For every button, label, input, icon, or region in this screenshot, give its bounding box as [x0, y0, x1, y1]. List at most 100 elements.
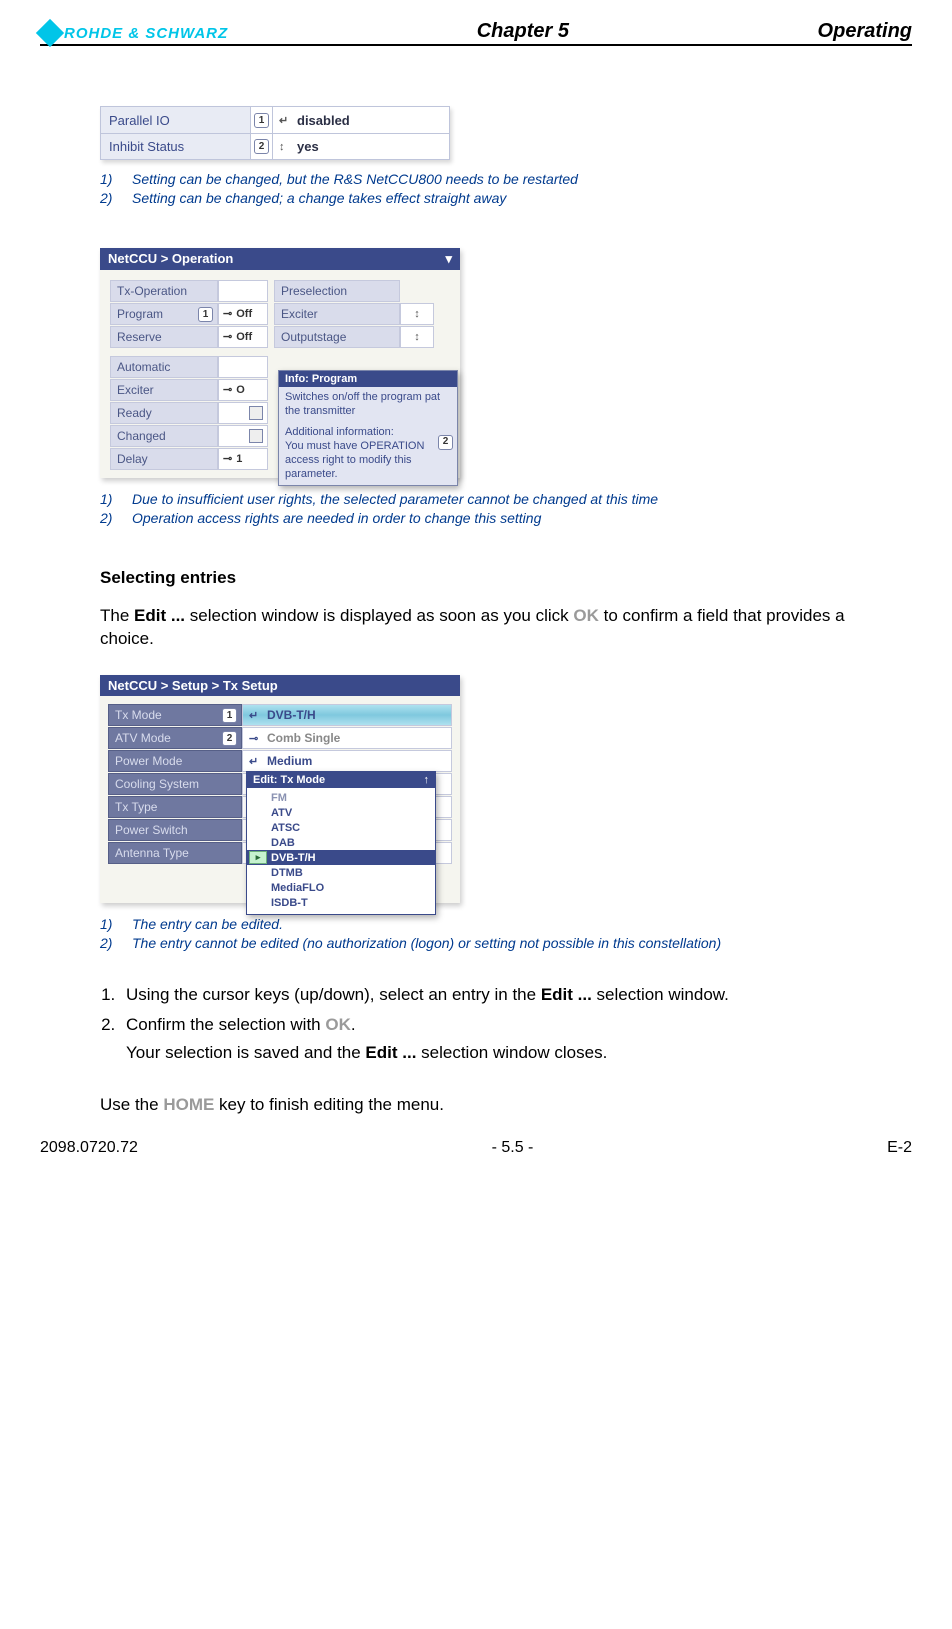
lock-icon: ⊸ [223, 452, 232, 465]
ok-key: OK [325, 1015, 351, 1034]
badge-1-icon: 1 [222, 708, 237, 723]
brand-logo: ROHDE & SCHWARZ [40, 23, 228, 43]
chapter-title: Chapter 5 [477, 20, 569, 43]
step-2: Confirm the selection with OK. Your sele… [120, 1011, 902, 1069]
dropdown-list: FM ATV ATSC DAB ▸DVB-T/H DTMB MediaFLO I… [247, 788, 435, 914]
panel-title-text: NetCCU > Operation [108, 251, 233, 266]
cell-tx-operation[interactable]: Tx-Operation [110, 280, 218, 302]
checkbox-icon [249, 429, 263, 443]
dropdown-item[interactable]: FM [247, 790, 435, 805]
cell-exciter[interactable]: Exciter [110, 379, 218, 401]
cell-ready[interactable]: Ready [110, 402, 218, 424]
cell-delay[interactable]: Delay [110, 448, 218, 470]
footer-center: - 5.5 - [492, 1139, 534, 1157]
note-text: Operation access rights are needed in or… [132, 509, 541, 528]
left-column: Tx-Operation Program1⊸Off Reserve⊸Off Au… [110, 280, 268, 470]
footer-left: 2098.0720.72 [40, 1139, 138, 1157]
enter-icon: ↵ [249, 709, 261, 722]
cell-exciter-sel[interactable]: Exciter [274, 303, 400, 325]
step-list: Using the cursor keys (up/down), select … [120, 981, 902, 1069]
shot-tx-setup: NetCCU > Setup > Tx Setup Tx Mode1↵DVB-T… [100, 675, 460, 903]
note-text: Setting can be changed; a change takes e… [132, 189, 506, 208]
cell-tx-type[interactable]: Tx Type [108, 796, 242, 818]
cell-changed[interactable]: Changed [110, 425, 218, 447]
row-badge: 1 [251, 107, 273, 133]
value-atv-mode: ⊸Comb Single [242, 727, 452, 749]
panel-body: Tx-Operation Program1⊸Off Reserve⊸Off Au… [100, 270, 460, 478]
badge-1-icon: 1 [254, 113, 269, 128]
shot-netccu-operation: NetCCU > Operation ▾ Tx-Operation Progra… [100, 248, 460, 478]
cell-atv-mode[interactable]: ATV Mode2 [108, 727, 242, 749]
cell-outputstage[interactable]: Outputstage [274, 326, 400, 348]
row-value[interactable]: ↕ yes [273, 134, 449, 159]
dropdown-item-selected[interactable]: ▸DVB-T/H [247, 850, 435, 865]
tooltip-body: Switches on/off the program pat the tran… [279, 387, 457, 486]
table-row: Parallel IO 1 ↵ disabled [101, 107, 449, 133]
cell-cooling[interactable]: Cooling System [108, 773, 242, 795]
lock-icon: ⊸ [249, 732, 261, 745]
edit-dropdown[interactable]: Edit: Tx Mode↑ FM ATV ATSC DAB ▸DVB-T/H … [246, 771, 436, 915]
panel-title-text: NetCCU > Setup > Tx Setup [108, 678, 278, 693]
dropdown-item[interactable]: DAB [247, 835, 435, 850]
stepper-cell[interactable]: ↕ [400, 303, 434, 325]
checkbox-icon [249, 406, 263, 420]
notes-block-3: 1)The entry can be edited. 2)The entry c… [100, 915, 902, 953]
row-label: Parallel IO [101, 107, 251, 133]
state-cell [218, 402, 268, 424]
state-cell: ⊸O [218, 379, 268, 401]
closing-text: Use the HOME key to finish editing the m… [100, 1093, 902, 1117]
badge-2-icon: 2 [254, 139, 269, 154]
stepper-cell[interactable]: ↕ [400, 326, 434, 348]
note-text: Due to insufficient user rights, the sel… [132, 490, 658, 509]
note-num: 2) [100, 934, 118, 953]
dropdown-title: Edit: Tx Mode↑ [247, 772, 435, 788]
cell-antenna[interactable]: Antenna Type [108, 842, 242, 864]
page-footer: 2098.0720.72 - 5.5 - E-2 [40, 1139, 912, 1157]
cell-automatic[interactable]: Automatic [110, 356, 218, 378]
value-text: disabled [297, 113, 350, 128]
cell-power-mode[interactable]: Power Mode [108, 750, 242, 772]
badge-1-icon: 1 [198, 307, 213, 322]
dropdown-item[interactable]: ISDB-T [247, 895, 435, 910]
note-num: 2) [100, 189, 118, 208]
panel-title-bar: NetCCU > Setup > Tx Setup [100, 675, 460, 696]
cell-program[interactable]: Program1 [110, 303, 218, 325]
cell-preselection[interactable]: Preselection [274, 280, 400, 302]
dropdown-item[interactable]: DTMB [247, 865, 435, 880]
dropdown-item[interactable]: MediaFLO [247, 880, 435, 895]
lock-icon: ⊸ [223, 383, 232, 396]
state-cell [218, 425, 268, 447]
note-text: The entry cannot be edited (no authoriza… [132, 934, 721, 953]
arrow-right-icon: ▸ [249, 851, 267, 864]
state-cell: ⊸Off [218, 326, 268, 348]
badge-2-icon: 2 [438, 435, 453, 450]
section-heading: Selecting entries [100, 568, 902, 588]
row-badge: 2 [251, 134, 273, 159]
row-value[interactable]: ↵ disabled [273, 107, 449, 133]
updown-icon: ↕ [414, 308, 420, 320]
state-cell [218, 356, 268, 378]
step-1: Using the cursor keys (up/down), select … [120, 981, 902, 1011]
notes-block-1: 1)Setting can be changed, but the R&S Ne… [100, 170, 902, 208]
value-power-mode[interactable]: ↵Medium [242, 750, 452, 772]
state-cell [218, 280, 268, 302]
page-header: ROHDE & SCHWARZ Chapter 5 Operating [40, 20, 912, 46]
section-paragraph: The Edit ... selection window is display… [100, 604, 902, 652]
note-num: 2) [100, 509, 118, 528]
value-text: yes [297, 139, 319, 154]
enter-icon: ↵ [249, 755, 261, 768]
note-num: 1) [100, 490, 118, 509]
value-tx-mode[interactable]: ↵DVB-T/H [242, 704, 452, 726]
dropdown-item[interactable]: ATV [247, 805, 435, 820]
notes-block-2: 1) Due to insufficient user rights, the s… [100, 490, 902, 528]
updown-icon: ↕ [414, 331, 420, 343]
badge-2-icon: 2 [222, 731, 237, 746]
tooltip-title: Info: Program [279, 371, 457, 387]
note-num: 1) [100, 915, 118, 934]
cell-tx-mode[interactable]: Tx Mode1 [108, 704, 242, 726]
info-tooltip: Info: Program Switches on/off the progra… [278, 370, 458, 487]
cell-reserve[interactable]: Reserve [110, 326, 218, 348]
dropdown-item[interactable]: ATSC [247, 820, 435, 835]
cell-power-switch[interactable]: Power Switch [108, 819, 242, 841]
enter-icon: ↵ [279, 114, 293, 127]
